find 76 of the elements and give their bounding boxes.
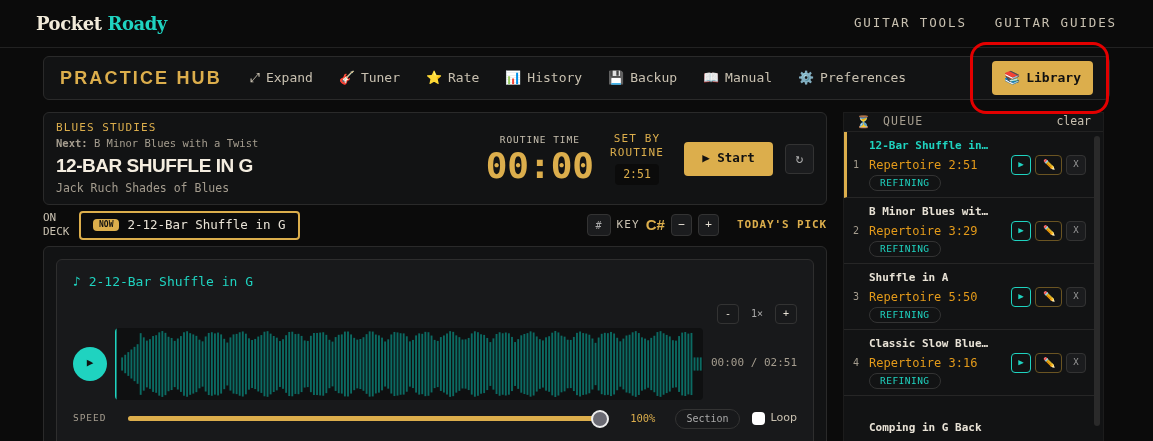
toolbar-button[interactable]: 📖 Manual [703,68,773,88]
edit-button[interactable]: ✏ [1035,220,1062,241]
toolbar-button[interactable]: ⤢ Expand [249,68,313,88]
routine-time-label: ROUTINE TIME [499,133,580,148]
start-button[interactable]: ▶ Start [684,141,773,176]
song-title: 12-BAR SHUFFLE IN G [56,153,254,178]
loop-label: Loop [770,410,797,427]
queue-song-title: 12-Bar Shuffle in… [869,138,990,155]
speed-label: SPEED [73,411,107,426]
remove-button[interactable]: X [1066,154,1086,175]
category-label: BLUES STUDIES [56,119,158,136]
key-up-button[interactable]: + [697,214,719,236]
queue-song-title: Comping in G Back [869,420,983,437]
queue-number: 2 [853,224,861,238]
nav-link[interactable]: GUITAR GUIDES [994,14,1117,33]
hourglass-icon: ⏳ [856,113,871,131]
remove-button[interactable]: X [1066,220,1086,241]
toolbar-button[interactable]: 📚 Library [992,61,1093,95]
now-badge: NOW [93,219,120,231]
on-deck-chip[interactable]: NOW 2-12-Bar Shuffle in G [79,210,300,240]
edit-button[interactable]: ✏ [1035,352,1062,373]
zoom-level: 1× [749,307,764,321]
reset-button[interactable]: ↻ [785,143,814,174]
timer-display: 00:00 [485,147,594,184]
sharp-button[interactable]: # [586,214,611,236]
toolbar-button[interactable]: ⚙ Preferences [798,68,907,88]
play-button[interactable]: ▶ [1011,352,1031,373]
play-button[interactable]: ▶ [1011,220,1031,241]
next-song-text: Next: B Minor Blues with a Twist [56,136,260,151]
key-label: KEY [616,216,640,233]
remove-button[interactable]: X [1066,286,1086,307]
queue-item[interactable]: 2 B Minor Blues wit… Repertoire 3:29 REFINING ▶ ✏ X [844,198,1094,264]
key-value: C# [645,214,665,235]
edit-button[interactable]: ✏ [1035,154,1062,175]
clear-button[interactable]: clear [1056,113,1091,131]
edit-button[interactable]: ✏ [1035,286,1062,307]
set-by-value: 2:51 [615,163,659,185]
queue-song-title: Classic Slow Blue… [869,336,990,353]
queue-item[interactable]: 3 Shuffle in A Repertoire 5:50 REFINING ▶ ✏ X [844,264,1094,330]
play-button[interactable]: ▶ [1011,154,1031,175]
play-button[interactable]: ▶ [1011,286,1031,307]
todays-pick-label: TODAY'S PICK [736,216,827,233]
player-title: ♪ 2-12-Bar Shuffle in G [73,273,254,291]
on-deck-label: ON DECK [43,211,71,239]
remove-button[interactable]: X [1066,352,1086,373]
queue-song-meta: Repertoire 2:51 [869,156,979,174]
set-by-label: SET BY ROUTINE [608,132,666,160]
loop-checkbox[interactable] [751,412,765,425]
toolbar-button[interactable]: 💾 Backup [608,68,678,88]
queue-song-meta: Repertoire 5:50 [869,288,979,306]
queue-title: QUEUE [883,113,924,131]
hub-title: PRACTICE HUB [60,66,222,90]
queue-song-meta: Repertoire 3:29 [869,222,979,240]
queue-number: 4 [853,356,861,370]
queue-number: 3 [853,290,861,304]
key-down-button[interactable]: − [670,214,692,236]
queue-song-title: Shuffle in A [869,270,950,287]
slider-thumb[interactable] [591,409,610,428]
zoom-out-button[interactable]: - [716,303,739,324]
speed-reading: 100% [630,410,656,426]
on-deck-title: 2-12-Bar Shuffle in G [127,215,286,234]
waveform-drawing[interactable] [115,327,703,400]
queue-song-title: B Minor Blues wit… [869,204,990,221]
nav-link[interactable]: GUITAR TOOLS [853,14,967,33]
toolbar-button[interactable]: 📊 History [505,68,583,88]
queue-song-meta: Repertoire 3:16 [869,354,979,372]
toolbar-button[interactable]: 🎸 Tuner [338,68,401,88]
zoom-in-button[interactable]: + [775,303,797,324]
time-display: 00:00 / 02:51 [710,355,797,372]
song-source: Jack Ruch Shades of Blues [56,180,231,198]
scrollbar[interactable] [1094,136,1100,426]
queue-number: 1 [853,158,861,172]
queue-item[interactable]: 4 Classic Slow Blue… Repertoire 3:16 REFINING ▶ ✏ X [844,330,1094,396]
toolbar-button[interactable]: ⭐ Rate [426,68,480,88]
brand-logo[interactable]: Pocket Roady [36,10,167,37]
play-button[interactable]: ▶ [73,346,107,381]
